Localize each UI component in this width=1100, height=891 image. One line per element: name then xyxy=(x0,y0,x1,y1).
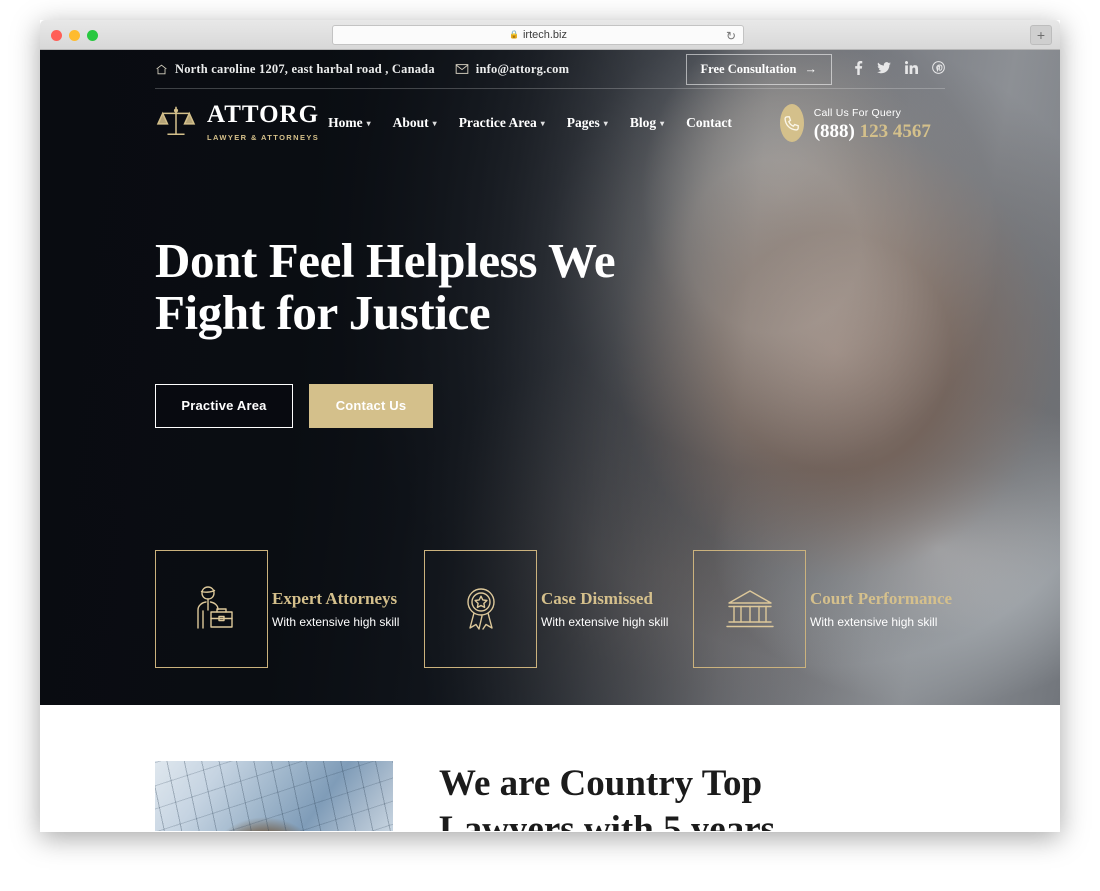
free-consultation-button[interactable]: Free Consultation → xyxy=(685,53,832,85)
feature-case-dismissed[interactable]: Case Dismissed With extensive high skill xyxy=(424,550,693,668)
call-us-block[interactable]: Call Us For Query (888) 123 4567 xyxy=(779,103,945,143)
hero-section: North caroline 1207, east harbal road , … xyxy=(40,50,1060,705)
nav-label: Pages xyxy=(566,115,600,130)
practice-area-button[interactable]: Practive Area xyxy=(155,383,293,428)
facebook-icon[interactable] xyxy=(854,60,863,78)
address-text: North caroline 1207, east harbal road , … xyxy=(175,61,435,76)
call-label: Call Us For Query xyxy=(813,107,902,120)
phone-icon xyxy=(779,104,804,142)
attorney-briefcase-icon xyxy=(155,583,268,635)
free-consultation-label: Free Consultation xyxy=(700,61,797,76)
home-icon xyxy=(155,63,168,76)
browser-chrome: 🔒 irtech.biz ↻ + xyxy=(40,20,1060,50)
close-window-button[interactable] xyxy=(51,30,62,41)
site-logo[interactable]: ATTORG LAWYER & ATTORNEYS xyxy=(155,102,328,145)
linkedin-icon[interactable] xyxy=(905,61,918,77)
nav-label: Contact xyxy=(686,115,732,130)
feature-title: Court Performance xyxy=(810,589,953,609)
url-text: irtech.biz xyxy=(522,29,567,41)
page-viewport: North caroline 1207, east harbal road , … xyxy=(40,50,1060,831)
contact-us-button[interactable]: Contact Us xyxy=(309,383,433,428)
pinterest-icon[interactable] xyxy=(932,61,945,77)
courthouse-icon xyxy=(693,586,806,632)
reload-icon[interactable]: ↻ xyxy=(726,29,736,43)
feature-highlights: Expert Attorneys With extensive high ski… xyxy=(155,550,962,668)
nav-item-about[interactable]: About ▾ xyxy=(393,115,437,131)
phone-rest: 123 4567 xyxy=(859,121,931,143)
feature-expert-attorneys[interactable]: Expert Attorneys With extensive high ski… xyxy=(155,550,424,668)
hero-content: Dont Feel Helpless We Fight for Justice … xyxy=(155,233,945,428)
social-links[interactable] xyxy=(854,60,945,78)
address-item: North caroline 1207, east harbal road , … xyxy=(155,62,435,77)
nav-item-blog[interactable]: Blog ▾ xyxy=(630,115,664,131)
topbar: North caroline 1207, east harbal road , … xyxy=(155,50,945,88)
chevron-down-icon: ▾ xyxy=(660,118,665,128)
brand-name: ATTORG xyxy=(207,100,320,128)
browser-window: 🔒 irtech.biz ↻ + North caroline 1207, ea… xyxy=(40,20,1060,832)
nav-label: About xyxy=(392,115,429,130)
feature-title: Case Dismissed xyxy=(541,589,653,609)
phone-prefix: (888) xyxy=(813,121,860,143)
chevron-down-icon: ▾ xyxy=(540,118,545,128)
phone-number[interactable]: (888) 123 4567 xyxy=(814,121,931,142)
scales-of-justice-icon xyxy=(155,102,197,145)
arrow-right-icon: → xyxy=(804,61,818,76)
chevron-down-icon: ▾ xyxy=(603,118,608,128)
nav-label: Home xyxy=(328,115,363,130)
main-header: ATTORG LAWYER & ATTORNEYS Home ▾ About ▾… xyxy=(155,89,945,157)
twitter-icon[interactable] xyxy=(877,61,891,77)
envelope-icon xyxy=(455,63,469,75)
address-bar[interactable]: 🔒 irtech.biz ↻ xyxy=(332,25,744,45)
nav-item-practice-area[interactable]: Practice Area ▾ xyxy=(459,115,545,131)
brand-tagline: LAWYER & ATTORNEYS xyxy=(207,132,320,142)
feature-court-performance[interactable]: Court Performance With extensive high sk… xyxy=(693,550,962,668)
about-heading: We are Country Top Lawyers with 5 years xyxy=(439,763,776,831)
feature-subtitle: With extensive high skill xyxy=(810,614,938,629)
lock-icon: 🔒 xyxy=(509,30,519,39)
chevron-down-icon: ▾ xyxy=(366,118,371,128)
primary-navigation[interactable]: Home ▾ About ▾ Practice Area ▾ Pages ▾ B… xyxy=(328,103,945,143)
nav-label: Blog xyxy=(629,115,657,130)
chevron-down-icon: ▾ xyxy=(432,118,437,128)
award-ribbon-icon xyxy=(424,583,537,635)
about-section: We are Country Top Lawyers with 5 years xyxy=(40,705,1060,831)
new-tab-button[interactable]: + xyxy=(1030,25,1052,45)
hero-buttons: Practive Area Contact Us xyxy=(155,383,945,428)
feature-subtitle: With extensive high skill xyxy=(272,614,400,629)
window-controls[interactable] xyxy=(51,30,98,41)
nav-label: Practice Area xyxy=(458,115,537,130)
minimize-window-button[interactable] xyxy=(69,30,80,41)
nav-item-contact[interactable]: Contact xyxy=(686,115,732,131)
feature-title: Expert Attorneys xyxy=(272,589,398,609)
maximize-window-button[interactable] xyxy=(87,30,98,41)
email-text: info@attorg.com xyxy=(475,61,570,76)
nav-item-pages[interactable]: Pages ▾ xyxy=(567,115,608,131)
nav-item-home[interactable]: Home ▾ xyxy=(328,115,371,131)
feature-subtitle: With extensive high skill xyxy=(541,614,669,629)
email-item[interactable]: info@attorg.com xyxy=(455,62,569,77)
hero-title: Dont Feel Helpless We Fight for Justice xyxy=(155,233,616,341)
about-image xyxy=(155,761,393,831)
